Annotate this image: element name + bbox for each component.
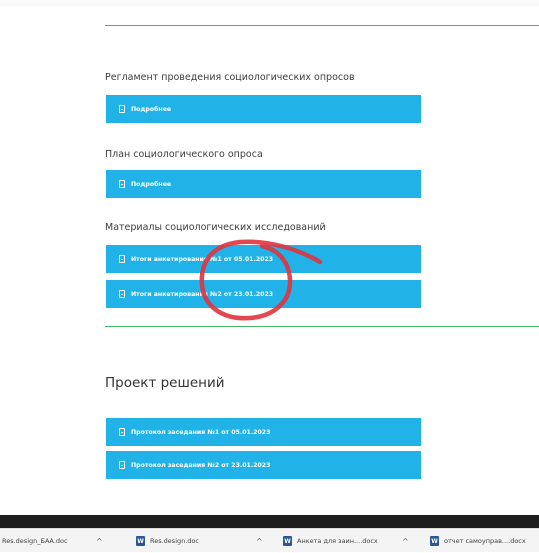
section-divider — [105, 326, 539, 327]
chevron-up-icon[interactable]: ^ — [96, 529, 103, 553]
download-filename: Анкета для заин....docx — [297, 537, 378, 545]
document-icon — [119, 105, 125, 113]
document-icon — [119, 255, 125, 263]
document-icon — [119, 428, 125, 436]
download-item[interactable]: W отчет самоупрaв....docx — [430, 529, 526, 553]
download-item[interactable]: W Анкета для заин....docx — [283, 529, 378, 553]
button-label: Протокол заседания №2 от 23.01.2023 — [131, 461, 271, 469]
browser-frame-bar — [0, 515, 539, 528]
button-label: Итоги анкетирования №1 от 05.01.2023 — [131, 255, 274, 263]
word-icon: W — [283, 536, 292, 546]
page-content: Регламент проведения социологических опр… — [0, 0, 539, 515]
button-label: Подробнее — [131, 105, 172, 113]
word-icon: W — [430, 536, 439, 546]
top-strip — [0, 0, 539, 6]
protocol-1-button[interactable]: Протокол заседания №1 от 05.01.2023 — [106, 418, 421, 446]
download-filename: Res.design.doc — [150, 537, 199, 545]
button-label: Итоги анкетирования №2 от 23.01.2023 — [131, 290, 274, 298]
regulations-details-button[interactable]: Подробнее — [106, 95, 421, 123]
section-title-plan: План социологического опроса — [105, 149, 263, 160]
download-filename: отчет самоупрaв....docx — [444, 537, 526, 545]
chevron-up-icon[interactable]: ^ — [256, 529, 263, 553]
protocol-2-button[interactable]: Протокол заседания №2 от 23.01.2023 — [106, 451, 421, 479]
document-icon — [119, 461, 125, 469]
word-icon: W — [136, 536, 145, 546]
survey-results-1-button[interactable]: Итоги анкетирования №1 от 05.01.2023 — [106, 245, 421, 273]
downloads-bar: Res.design_БАА.doc ^ W Res.design.doc ^ … — [0, 528, 539, 552]
document-icon — [119, 290, 125, 298]
plan-details-button[interactable]: Подробнее — [106, 170, 421, 198]
chevron-up-icon[interactable]: ^ — [402, 529, 409, 553]
button-label: Протокол заседания №1 от 05.01.2023 — [131, 428, 271, 436]
section-title-regulations: Регламент проведения социологических опр… — [105, 72, 355, 83]
button-label: Подробнее — [131, 180, 172, 188]
decisions-title: Проект решений — [105, 375, 225, 391]
survey-results-2-button[interactable]: Итоги анкетирования №2 от 23.01.2023 — [106, 280, 421, 308]
document-icon — [119, 180, 125, 188]
section-title-materials: Материалы социологических исследований — [105, 222, 326, 233]
download-item[interactable]: Res.design_БАА.doc — [2, 529, 68, 553]
section-divider — [105, 25, 539, 26]
download-filename: Res.design_БАА.doc — [2, 537, 68, 545]
download-item[interactable]: W Res.design.doc — [136, 529, 199, 553]
